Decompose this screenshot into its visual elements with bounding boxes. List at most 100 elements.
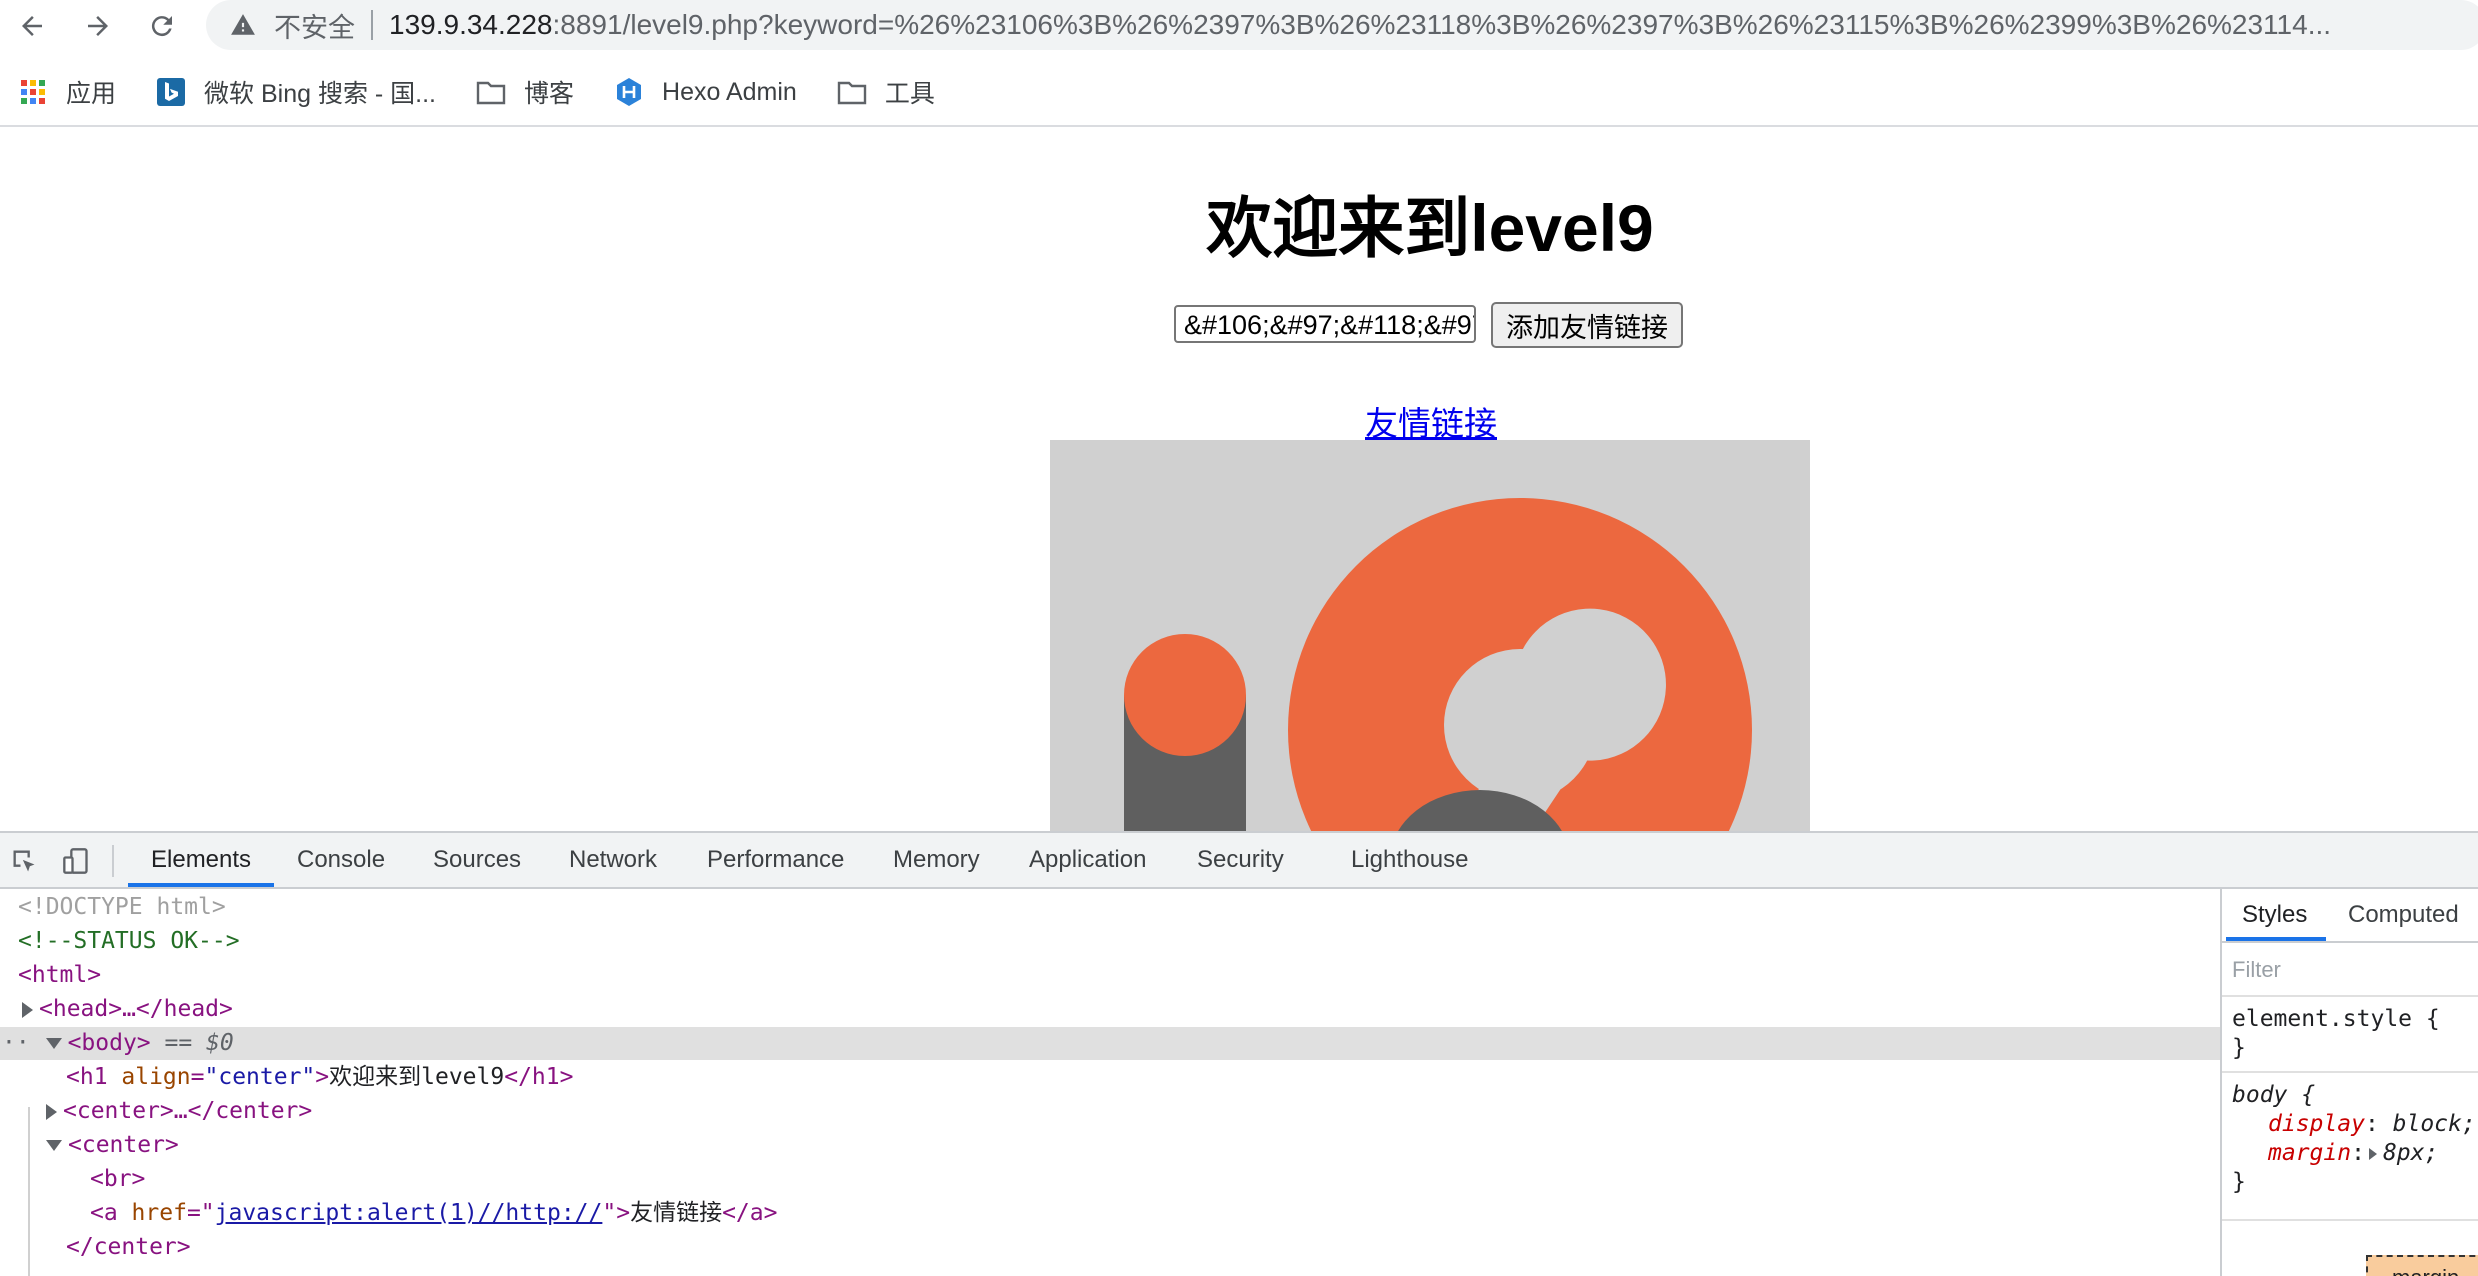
element-style-selector: element.style { (2232, 1006, 2440, 1032)
h1-open-tag: <h1 (66, 1064, 122, 1090)
more-dots-icon[interactable]: ·· (2, 1030, 30, 1056)
collapse-triangle-icon[interactable] (46, 1140, 62, 1151)
active-tab-indicator (128, 883, 274, 887)
collapse-triangle-icon[interactable] (45, 1038, 62, 1049)
omnibox-separator (371, 10, 373, 40)
center-collapsed-tag: <center>…</center> (63, 1098, 313, 1124)
arrow-right-icon (88, 16, 108, 36)
dom-node-doctype[interactable]: <!DOCTYPE html> (0, 891, 2220, 924)
hexo-icon (614, 77, 644, 107)
expand-triangle-icon[interactable] (46, 1103, 57, 1120)
style-prop-display[interactable]: display: block; (2232, 1110, 2476, 1139)
bookmark-apps[interactable]: 应用 (18, 74, 116, 110)
dom-node-center-collapsed[interactable]: <center>…</center> (0, 1095, 2220, 1128)
doctype-text: <!DOCTYPE html> (18, 894, 226, 920)
br-tag: <br> (90, 1166, 146, 1192)
style-prop-margin[interactable]: margin: 8px; (2232, 1139, 2476, 1168)
tab-memory[interactable]: Memory (893, 833, 980, 887)
device-toggle-icon[interactable] (58, 843, 94, 879)
styles-filter-input[interactable]: Filter (2232, 957, 2281, 983)
arrow-left-icon (22, 16, 42, 36)
html-tag: <html> (18, 962, 102, 988)
styles-tab-indicator (2226, 937, 2326, 941)
a-close-tag: </a> (722, 1200, 778, 1226)
body-selector: body { (2232, 1082, 2316, 1108)
head-tag: <head>…</head> (39, 996, 233, 1022)
bookmarks-bar: 应用 微软 Bing 搜索 - 国... 博客 Hexo Admin 工具 (0, 68, 2478, 116)
a-open-tag: <a (90, 1200, 132, 1226)
url-path: :8891/level9.php?keyword=%26%23106%3B%26… (552, 9, 2332, 40)
bookmark-label: 应用 (66, 80, 117, 108)
rule-divider (2222, 1071, 2478, 1073)
dom-node-center-expanded[interactable]: <center> (0, 1129, 2220, 1162)
url-text[interactable]: 139.9.34.228:8891/level9.php?keyword=%26… (389, 9, 2389, 41)
dom-node-body[interactable]: ·· <body> == $0 (0, 1027, 2220, 1060)
address-bar[interactable]: 不安全 139.9.34.228:8891/level9.php?keyword… (206, 0, 2478, 50)
bookmark-tools-folder[interactable]: 工具 (837, 74, 935, 110)
h1-attr-name: align (121, 1064, 191, 1090)
toolbar-divider (112, 845, 114, 877)
tab-performance[interactable]: Performance (707, 833, 844, 887)
tab-computed[interactable]: Computed (2348, 889, 2459, 941)
element-style-rule[interactable]: element.style { } (2232, 1005, 2440, 1063)
logo-graphic (1050, 440, 1810, 831)
tab-console[interactable]: Console (297, 833, 385, 887)
h1-close-tag: </h1> (504, 1064, 574, 1090)
rule-close-brace: } (2232, 1035, 2246, 1061)
dom-node-br[interactable]: <br> (0, 1163, 2220, 1196)
back-button[interactable] (10, 4, 54, 48)
bookmark-hexo-admin[interactable]: Hexo Admin (614, 77, 797, 107)
bookmark-label: 微软 Bing 搜索 - 国... (204, 80, 436, 108)
add-link-button[interactable]: 添加友情链接 (1491, 302, 1683, 348)
warning-icon[interactable] (228, 10, 258, 40)
dom-node-head[interactable]: <head>…</head> (0, 993, 2220, 1026)
center-close-tag: </center> (66, 1234, 191, 1260)
tab-elements[interactable]: Elements (151, 833, 251, 887)
dom-node-comment[interactable]: <!--STATUS OK--> (0, 925, 2220, 958)
devtools-toolbar: Elements Console Sources Network Perform… (0, 833, 2478, 889)
box-model-margin: margin (2366, 1255, 2478, 1276)
bookmark-label: Hexo Admin (662, 77, 797, 106)
tab-styles[interactable]: Styles (2242, 889, 2307, 941)
expand-triangle-icon[interactable] (22, 1001, 33, 1018)
dom-node-center-close[interactable]: </center> (0, 1231, 2220, 1264)
devtools-panel: Elements Console Sources Network Perform… (0, 831, 2478, 1276)
keyword-input[interactable]: &#106;&#97;&#118;&#97; (1174, 305, 1476, 343)
inspect-element-icon[interactable] (6, 843, 42, 879)
center-open-tag: <center> (68, 1132, 179, 1158)
h1-text: 欢迎来到level9 (329, 1064, 505, 1090)
expand-triangle-icon[interactable] (2368, 1147, 2377, 1160)
filter-divider (2222, 995, 2478, 997)
page-viewport: 欢迎来到level9 &#106;&#97;&#118;&#97; 添加友情链接… (0, 127, 2478, 831)
tab-security[interactable]: Security (1197, 833, 1284, 887)
reload-button[interactable] (140, 4, 184, 48)
tab-application[interactable]: Application (1029, 833, 1146, 887)
tab-lighthouse[interactable]: Lighthouse (1351, 833, 1468, 887)
body-tag: <body> (67, 1030, 151, 1056)
bookmark-label: 工具 (884, 80, 935, 108)
apps-grid-icon (18, 77, 48, 107)
dom-node-html[interactable]: <html> (0, 959, 2220, 992)
friend-link[interactable]: 友情链接 (1365, 397, 1497, 445)
body-rule[interactable]: body { display: block; margin: 8px; } (2232, 1081, 2476, 1197)
a-attr-name: href (131, 1200, 187, 1226)
security-label[interactable]: 不安全 (274, 6, 355, 45)
elements-tree: <!DOCTYPE html> <!--STATUS OK--> <html> … (0, 889, 2220, 1276)
dom-node-h1[interactable]: <h1 align="center">欢迎来到level9</h1> (0, 1061, 2220, 1094)
tab-sources[interactable]: Sources (433, 833, 521, 887)
dom-node-a[interactable]: <a href="javascript:alert(1)//http://">友… (0, 1197, 2220, 1230)
bookmark-blog-folder[interactable]: 博客 (476, 74, 574, 110)
h1-attr-value: "center" (204, 1064, 316, 1090)
bookmark-bing[interactable]: 微软 Bing 搜索 - 国... (156, 74, 436, 110)
rule-close-brace: } (2232, 1169, 2246, 1195)
browser-chrome: 不安全 139.9.34.228:8891/level9.php?keyword… (0, 0, 2478, 127)
folder-icon (837, 77, 867, 107)
page-title: 欢迎来到level9 (1206, 191, 1654, 265)
level-image (1050, 440, 1810, 831)
forward-button[interactable] (76, 4, 120, 48)
reload-icon (151, 16, 172, 37)
bing-icon (156, 77, 186, 107)
styles-sidebar: Styles Computed Filter element.style { }… (2220, 889, 2478, 1276)
tab-network[interactable]: Network (569, 833, 657, 887)
a-href-link[interactable]: javascript:alert(1)//http:// (215, 1200, 603, 1226)
